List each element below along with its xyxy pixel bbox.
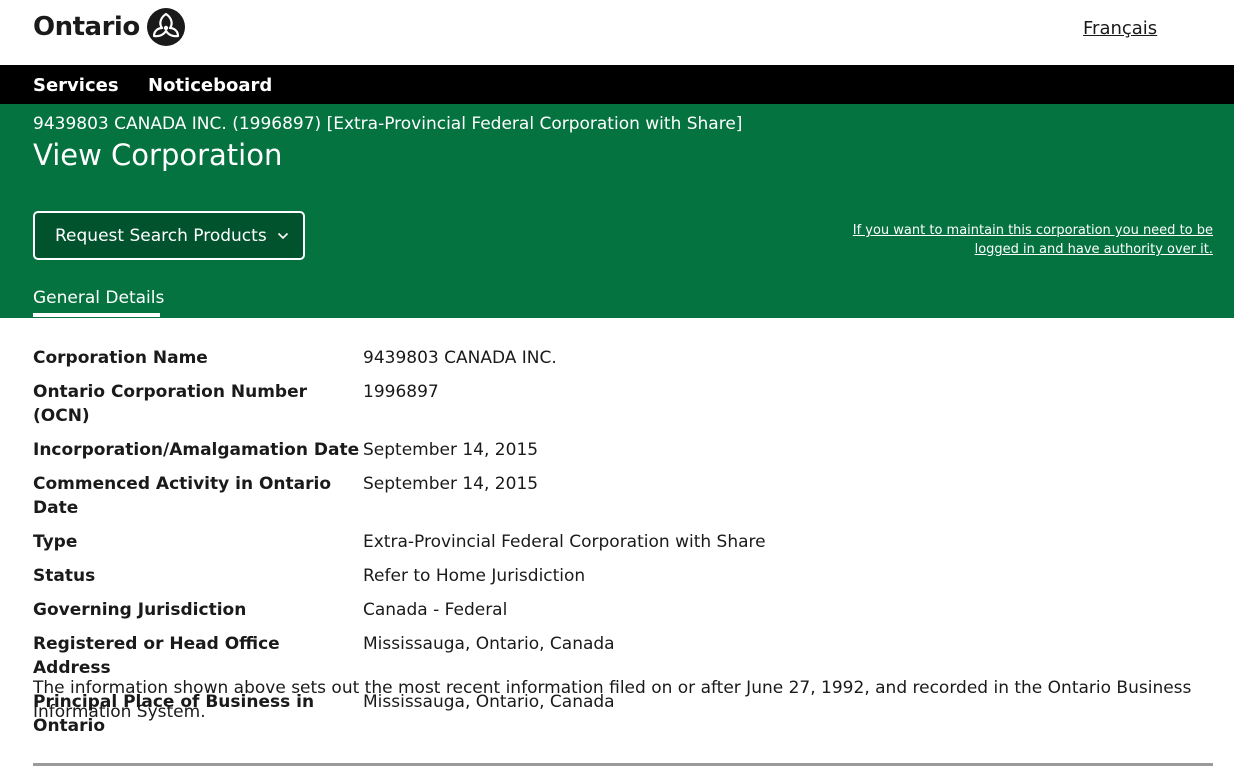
page-banner: 9439803 CANADA INC. (1996897) [Extra-Pro… [0,104,1234,318]
top-header: Ontario Français [0,0,1234,65]
detail-label: Incorporation/Amalgamation Date [33,440,360,460]
main-nav: Services Noticeboard [0,65,1234,104]
detail-row-corporation-name: Corporation Name 9439803 CANADA INC. [33,346,1213,370]
chevron-down-icon [277,232,288,239]
detail-value: September 14, 2015 [363,440,539,460]
detail-label: Corporation Name [33,348,208,368]
detail-row-registered-office: Registered or Head Office Address Missis… [33,632,1213,680]
page-title: View Corporation [33,138,283,172]
detail-value: Canada - Federal [363,600,508,620]
detail-value: 9439803 CANADA INC. [363,348,557,368]
active-tab-indicator [33,313,160,317]
detail-label: Status [33,566,96,586]
detail-value: 1996897 [363,382,439,402]
detail-row-ocn: Ontario Corporation Number (OCN) 1996897 [33,380,1213,428]
request-button-label: Request Search Products [55,225,267,246]
detail-row-incorporation-date: Incorporation/Amalgamation Date Septembe… [33,438,1213,462]
nav-item-services[interactable]: Services [33,75,119,96]
francais-link[interactable]: Français [1083,18,1157,39]
detail-row-commenced-date: Commenced Activity in Ontario Date Septe… [33,472,1213,520]
detail-label: Commenced Activity in Ontario Date [33,474,332,518]
trillium-icon [146,8,185,46]
information-footnote: The information shown above sets out the… [33,678,1192,722]
detail-value: Mississauga, Ontario, Canada [363,634,615,654]
detail-row-type: Type Extra-Provincial Federal Corporatio… [33,530,1213,554]
detail-value: September 14, 2015 [363,474,539,494]
detail-value: Extra-Provincial Federal Corporation wit… [363,532,766,552]
detail-label: Governing Jurisdiction [33,600,247,620]
detail-row-status: Status Refer to Home Jurisdiction [33,564,1213,588]
maintain-corporation-link[interactable]: If you want to maintain this corporation… [833,221,1213,259]
section-divider [33,763,1213,766]
corporation-breadcrumb: 9439803 CANADA INC. (1996897) [Extra-Pro… [33,114,743,134]
detail-label: Registered or Head Office Address [33,634,280,678]
detail-row-governing-jurisdiction: Governing Jurisdiction Canada - Federal [33,598,1213,622]
tab-general-details[interactable]: General Details [33,288,164,308]
ontario-logo[interactable]: Ontario [33,7,186,47]
detail-label: Type [33,532,78,552]
request-search-products-button[interactable]: Request Search Products [33,211,305,260]
detail-label: Ontario Corporation Number (OCN) [33,382,307,426]
nav-item-noticeboard[interactable]: Noticeboard [148,75,272,96]
detail-value: Refer to Home Jurisdiction [363,566,586,586]
logo-text: Ontario [33,12,140,42]
